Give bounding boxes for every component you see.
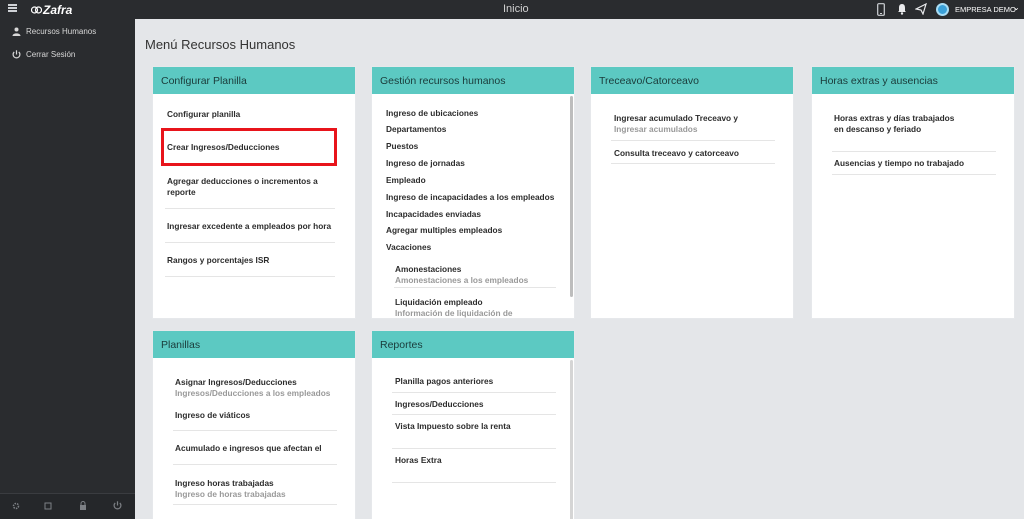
- card-planillas: Planillas Asignar Ingresos/Deducciones I…: [153, 331, 355, 519]
- menu-item-configurar-planilla[interactable]: Configurar planilla: [167, 109, 240, 120]
- menu-item-ausencias[interactable]: Ausencias y tiempo no trabajado: [834, 158, 964, 169]
- card-body: Horas extras y días trabajados en descan…: [812, 94, 1014, 318]
- card-header: Gestión recursos humanos: [372, 67, 574, 94]
- logout-power-icon[interactable]: [113, 501, 122, 510]
- menu-item-ingreso-horas-trabajadas[interactable]: Ingreso horas trabajadas Ingreso de hora…: [175, 478, 286, 500]
- menu-item-vacaciones[interactable]: Vacaciones: [386, 242, 431, 253]
- menu-item-departamentos[interactable]: Departamentos: [386, 124, 446, 135]
- card-header: Treceavo/Catorceavo: [591, 67, 793, 94]
- card-header: Planillas: [153, 331, 355, 358]
- item-label: Ingresar acumulado Treceavo y: [614, 113, 739, 123]
- menu-item-ingreso-viaticos[interactable]: Ingreso de viáticos: [175, 410, 250, 421]
- menu-item-ingresar-excedente[interactable]: Ingresar excedente a empleados por hora: [167, 221, 331, 232]
- chevron-down-icon[interactable]: ⌄: [1013, 3, 1020, 12]
- menu-item-amonestaciones[interactable]: Amonestaciones Amonestaciones a los empl…: [395, 264, 528, 286]
- item-description: Ingreso de horas trabajadas: [175, 489, 286, 499]
- sidebar-item-label: Recursos Humanos: [26, 26, 97, 36]
- card-header: Configurar Planilla: [153, 67, 355, 94]
- card-reportes: Reportes Planilla pagos anteriores Ingre…: [372, 331, 574, 519]
- menu-item-ingresar-acumulado[interactable]: Ingresar acumulado Treceavo y Ingresar a…: [614, 113, 738, 135]
- menu-item-asignar-ingresos[interactable]: Asignar Ingresos/Deducciones Ingresos/De…: [175, 377, 330, 399]
- item-label: Amonestaciones: [395, 264, 462, 274]
- card-body: Planilla pagos anteriores Ingresos/Deduc…: [372, 358, 574, 519]
- bell-icon[interactable]: [897, 3, 907, 15]
- logo-icon: [31, 5, 42, 14]
- item-line: reporte: [167, 187, 196, 197]
- card-treceavo-catorceavo: Treceavo/Catorceavo Ingresar acumulado T…: [591, 67, 793, 318]
- sidebar-footer: [0, 493, 135, 519]
- logo-text: Zafra: [43, 2, 73, 17]
- menu-item-liquidacion-empleado[interactable]: Liquidación empleado Información de liqu…: [395, 297, 513, 318]
- mobile-icon[interactable]: [877, 3, 885, 16]
- card-header: Reportes: [372, 331, 574, 358]
- fullscreen-icon[interactable]: [44, 502, 52, 510]
- sidebar: Recursos Humanos Cerrar Sesión: [0, 19, 135, 519]
- page-title: Menú Recursos Humanos: [145, 37, 296, 52]
- scrollbar[interactable]: [570, 360, 573, 519]
- menu-item-reporte-ingresos-deducciones[interactable]: Ingresos/Deducciones: [395, 399, 484, 410]
- settings-icon[interactable]: [12, 502, 20, 510]
- card-body: Asignar Ingresos/Deducciones Ingresos/De…: [153, 358, 355, 519]
- sidebar-item-recursos-humanos[interactable]: Recursos Humanos: [12, 25, 96, 37]
- sidebar-item-label: Cerrar Sesión: [26, 49, 76, 59]
- main-content: Menú Recursos Humanos Configurar Planill…: [135, 19, 1024, 519]
- menu-item-ingreso-jornadas[interactable]: Ingreso de jornadas: [386, 158, 465, 169]
- user-icon: [12, 27, 21, 36]
- item-line: Agregar deducciones o incrementos a: [167, 176, 318, 186]
- menu-item-acumulado-ingresos[interactable]: Acumulado e ingresos que afectan el: [175, 443, 322, 454]
- top-bar: Zafra Inicio EMPRESA DEMO ⌄: [0, 0, 1024, 19]
- card-body: Ingresar acumulado Treceavo y Ingresar a…: [591, 94, 793, 318]
- menu-item-incapacidades-enviadas[interactable]: Incapacidades enviadas: [386, 209, 481, 220]
- item-description: Amonestaciones a los empleados: [395, 275, 529, 285]
- send-icon[interactable]: [915, 3, 927, 15]
- menu-item-empleado[interactable]: Empleado: [386, 175, 426, 186]
- menu-item-ingreso-incapacidades[interactable]: Ingreso de incapacidades a los empleados: [386, 192, 554, 203]
- item-label: Asignar Ingresos/Deducciones: [175, 377, 297, 387]
- card-configurar-planilla: Configurar Planilla Configurar planilla …: [153, 67, 355, 318]
- window-title: Inicio: [503, 3, 529, 15]
- company-avatar[interactable]: [936, 3, 949, 16]
- item-label: Liquidación empleado: [395, 297, 483, 307]
- item-line: Horas extras y días trabajados: [834, 113, 955, 123]
- menu-item-ingreso-ubicaciones[interactable]: Ingreso de ubicaciones: [386, 108, 478, 119]
- item-description: Información de liquidación de: [395, 308, 513, 318]
- card-header: Horas extras y ausencias: [812, 67, 1014, 94]
- menu-item-consulta-treceavo[interactable]: Consulta treceavo y catorceavo: [614, 148, 739, 159]
- card-gestion-recursos-humanos: Gestión recursos humanos Ingreso de ubic…: [372, 67, 574, 318]
- sidebar-item-cerrar-sesion[interactable]: Cerrar Sesión: [12, 48, 75, 60]
- menu-item-agregar-multiples[interactable]: Agregar multiples empleados: [386, 225, 502, 236]
- menu-item-rangos-isr[interactable]: Rangos y porcentajes ISR: [167, 255, 269, 266]
- card-horas-extras-ausencias: Horas extras y ausencias Horas extras y …: [812, 67, 1014, 318]
- company-name[interactable]: EMPRESA DEMO: [955, 5, 1016, 14]
- scrollbar[interactable]: [570, 96, 573, 297]
- menu-item-planilla-pagos-anteriores[interactable]: Planilla pagos anteriores: [395, 376, 493, 387]
- menu-item-crear-ingresos-deducciones[interactable]: Crear Ingresos/Deducciones: [167, 142, 280, 153]
- menu-item-horas-extra[interactable]: Horas Extra: [395, 455, 442, 466]
- item-description: Ingresar acumulados: [614, 124, 698, 134]
- hamburger-menu-icon[interactable]: [8, 4, 17, 12]
- item-line: en descanso y feriado: [834, 124, 922, 134]
- menu-item-vista-impuesto[interactable]: Vista Impuesto sobre la renta: [395, 421, 511, 432]
- menu-item-horas-extras-dias[interactable]: Horas extras y días trabajados en descan…: [834, 113, 954, 135]
- lock-icon[interactable]: [79, 501, 87, 510]
- item-label: Ingreso horas trabajadas: [175, 478, 274, 488]
- zafra-logo[interactable]: Zafra: [31, 2, 72, 17]
- card-body: Ingreso de ubicaciones Departamentos Pue…: [372, 94, 574, 318]
- item-description: Ingresos/Deducciones a los empleados: [175, 388, 331, 398]
- menu-item-agregar-deducciones[interactable]: Agregar deducciones o incrementos a repo…: [167, 176, 318, 198]
- card-body: Configurar planilla Crear Ingresos/Deduc…: [153, 94, 355, 318]
- menu-item-puestos[interactable]: Puestos: [386, 141, 418, 152]
- power-icon: [12, 49, 21, 58]
